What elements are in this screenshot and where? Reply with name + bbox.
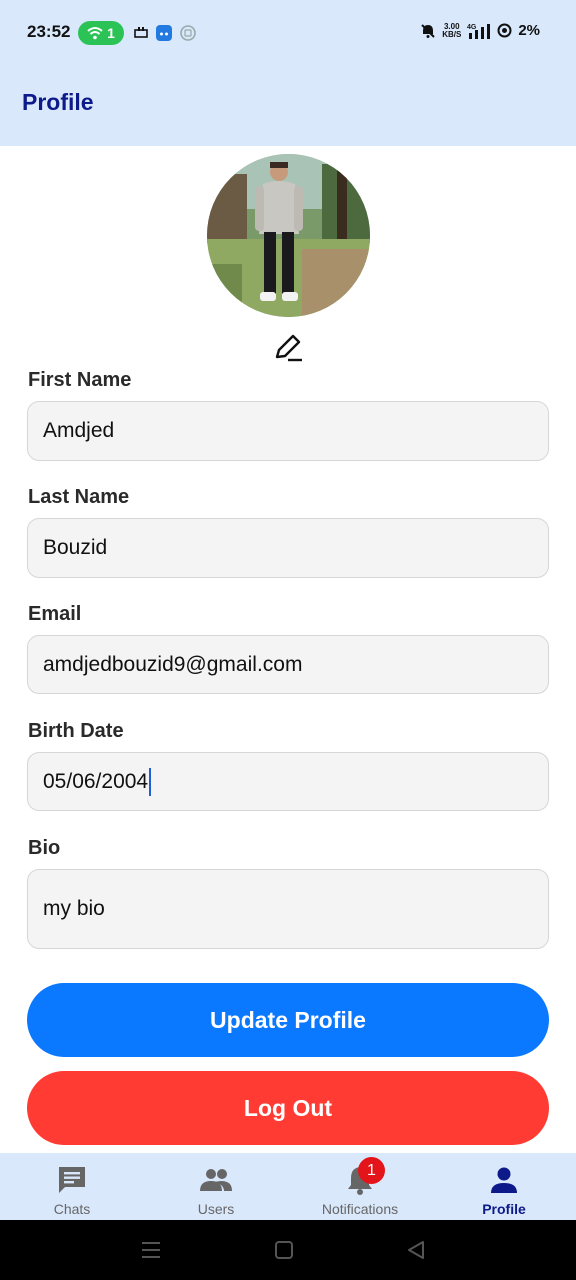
first-name-value: Amdjed <box>43 419 115 442</box>
last-name-value: Bouzid <box>43 536 108 559</box>
page-title: Profile <box>22 89 94 115</box>
avatar-photo <box>207 154 370 317</box>
system-navigation-bar <box>0 1220 576 1280</box>
birth-date-label: Birth Date <box>28 720 124 742</box>
network-speed: 3.00 KB/S <box>442 21 462 39</box>
nav-item-chats[interactable]: Chats <box>0 1153 144 1220</box>
bottom-navigation: Chats Users Notifications Profile <box>0 1153 576 1220</box>
app-notification-icon <box>156 24 172 42</box>
email-field[interactable]: amdjedbouzid9@gmail.com <box>27 635 549 694</box>
usb-icon <box>134 24 148 42</box>
wifi-icon <box>87 27 103 40</box>
email-value: amdjedbouzid9@gmail.com <box>43 652 303 676</box>
nav-label-profile: Profile <box>482 1201 526 1217</box>
home-icon[interactable] <box>272 1238 296 1262</box>
update-profile-button[interactable]: Update Profile <box>27 983 549 1057</box>
wifi-count: 1 <box>107 25 115 41</box>
signal-icon: 4G <box>467 23 491 39</box>
bio-value: my bio <box>43 897 105 920</box>
first-name-field[interactable]: Amdjed <box>27 401 549 461</box>
chat-icon <box>55 1163 89 1197</box>
menu-icon[interactable] <box>139 1238 163 1262</box>
last-name-label: Last Name <box>28 486 130 508</box>
notifications-badge: 1 <box>358 1157 385 1184</box>
edit-avatar-icon[interactable] <box>272 332 304 364</box>
battery-percent: 2% <box>518 22 540 39</box>
svg-text:4G: 4G <box>467 24 477 31</box>
profile-avatar[interactable] <box>207 154 370 317</box>
mute-icon <box>421 23 435 38</box>
users-icon <box>199 1163 233 1197</box>
status-time: 23:52 <box>27 22 71 41</box>
nav-label-users: Users <box>197 1201 235 1217</box>
app-notification-icon-2 <box>180 24 196 42</box>
logout-button[interactable]: Log Out <box>27 1071 549 1145</box>
birth-date-field[interactable]: 05/06/2004 <box>27 752 549 811</box>
wifi-hotspot-pill: 1 <box>78 21 124 45</box>
last-name-field[interactable]: Bouzid <box>27 518 549 578</box>
first-name-label: First Name <box>28 369 132 391</box>
bio-field[interactable]: my bio <box>27 869 549 949</box>
nav-item-users[interactable]: Users <box>144 1153 288 1220</box>
bio-label: Bio <box>28 837 61 859</box>
birth-date-value: 05/06/2004 <box>43 769 149 793</box>
nav-item-profile[interactable]: Profile <box>432 1153 576 1220</box>
nav-label-chats: Chats <box>53 1201 91 1217</box>
person-icon <box>487 1163 521 1197</box>
app-header: 23:52 1 3.00 KB/S 4G 2% Profile <box>0 0 576 146</box>
status-right-group: 3.00 KB/S 4G 2% <box>420 22 540 39</box>
back-icon[interactable] <box>404 1238 428 1262</box>
status-bar: 23:52 1 3.00 KB/S 4G 2% <box>0 0 576 66</box>
text-cursor <box>149 767 152 796</box>
email-label: Email <box>28 603 82 625</box>
nav-label-notifications: Notifications <box>321 1201 399 1217</box>
battery-saver-icon <box>497 23 512 38</box>
